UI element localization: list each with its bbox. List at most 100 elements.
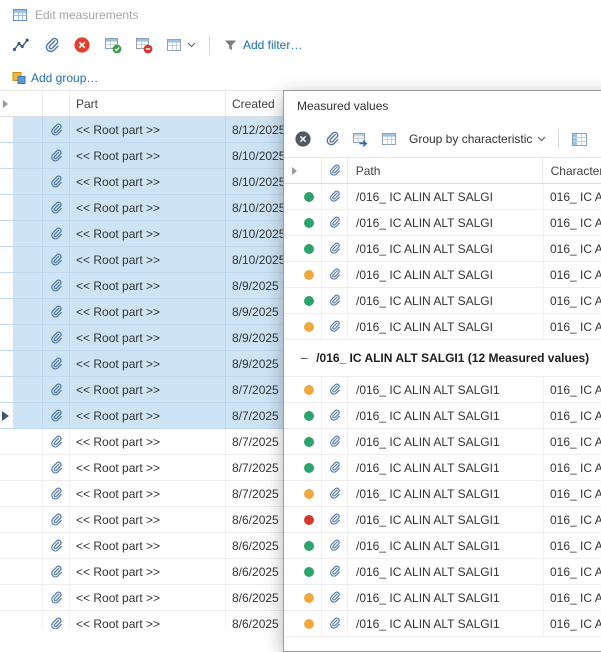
header-state-column[interactable] [13, 91, 43, 116]
window-title: Edit measurements [35, 8, 138, 22]
table-remove-button[interactable] [135, 36, 153, 54]
row-state-cell [13, 299, 43, 324]
status-dot-icon [304, 619, 314, 629]
measured-value-row[interactable]: /016_ IC ALIN ALT SALGI 016_ IC A [284, 314, 601, 340]
row-attachment-cell [43, 559, 70, 584]
paperclip-icon [328, 591, 341, 604]
measured-value-row[interactable]: /016_ IC ALIN ALT SALGI1 016_ IC A [284, 585, 601, 611]
part-cell: << Root part >> [70, 351, 226, 376]
measured-value-row[interactable]: /016_ IC ALIN ALT SALGI1 016_ IC A [284, 455, 601, 481]
add-filter-label: Add filter… [243, 38, 302, 52]
row-attachment-cell [322, 377, 348, 402]
paperclip-icon [49, 305, 63, 319]
header-characteristic[interactable]: Characteristic [543, 158, 601, 183]
paperclip-icon [328, 617, 341, 630]
measured-value-row[interactable]: /016_ IC ALIN ALT SALGI 016_ IC A [284, 288, 601, 314]
measured-value-row[interactable]: /016_ IC ALIN ALT SALGI 016_ IC A [284, 210, 601, 236]
paperclip-icon [49, 357, 63, 371]
header-status-column[interactable] [296, 158, 322, 183]
row-gutter [0, 143, 13, 168]
window-titlebar: Edit measurements [0, 0, 601, 26]
status-cell [296, 429, 322, 454]
row-attachment-cell [322, 429, 348, 454]
measured-value-row[interactable]: /016_ IC ALIN ALT SALGI1 016_ IC A [284, 403, 601, 429]
row-gutter [284, 429, 296, 454]
popup-titlebar[interactable]: Measured values [284, 91, 601, 121]
path-cell: /016_ IC ALIN ALT SALGI [348, 262, 544, 287]
measured-value-row[interactable]: /016_ IC ALIN ALT SALGI 016_ IC A [284, 262, 601, 288]
path-cell: /016_ IC ALIN ALT SALGI1 [348, 455, 544, 480]
row-attachment-cell [43, 299, 70, 324]
row-gutter [0, 273, 13, 298]
row-gutter [0, 247, 13, 272]
measured-value-row[interactable]: /016_ IC ALIN ALT SALGI1 016_ IC A [284, 429, 601, 455]
measured-value-row[interactable]: /016_ IC ALIN ALT SALGI1 016_ IC A [284, 611, 601, 637]
path-cell: /016_ IC ALIN ALT SALGI [348, 314, 544, 339]
characteristic-cell: 016_ IC A [544, 585, 601, 610]
part-cell: << Root part >> [70, 117, 226, 142]
group-header-row[interactable]: − /016_ IC ALIN ALT SALGI1 (12 Measured … [284, 340, 601, 377]
row-attachment-cell [43, 325, 70, 350]
measured-value-row[interactable]: /016_ IC ALIN ALT SALGI 016_ IC A [284, 236, 601, 262]
table-accept-button[interactable] [104, 36, 122, 54]
paperclip-icon [328, 320, 341, 333]
row-gutter [284, 507, 296, 532]
group-by-dropdown[interactable]: Group by characteristic [409, 132, 546, 146]
path-cell: /016_ IC ALIN ALT SALGI [348, 288, 544, 313]
row-attachment-cell [322, 455, 348, 480]
header-attachment-column[interactable] [322, 158, 348, 183]
add-filter-button[interactable]: Add filter… [223, 38, 302, 53]
attachments-button[interactable] [43, 37, 60, 54]
row-state-cell [13, 195, 43, 220]
measured-value-row[interactable]: /016_ IC ALIN ALT SALGI 016_ IC A [284, 184, 601, 210]
characteristic-cell: 016_ IC A [544, 314, 601, 339]
clear-button[interactable] [294, 130, 312, 148]
paperclip-icon [328, 294, 341, 307]
paperclip-icon [49, 513, 63, 527]
add-group-button[interactable]: Add group… [12, 71, 98, 85]
goto-value-button[interactable] [352, 131, 369, 148]
header-path[interactable]: Path [348, 158, 543, 183]
header-attachment-column[interactable] [43, 91, 70, 116]
row-attachment-cell [322, 507, 348, 532]
measured-value-row[interactable]: /016_ IC ALIN ALT SALGI1 016_ IC A [284, 559, 601, 585]
row-attachment-cell [322, 262, 348, 287]
row-gutter [0, 325, 13, 350]
part-cell: << Root part >> [70, 221, 226, 246]
paperclip-icon [328, 383, 341, 396]
chart-button[interactable] [12, 36, 30, 54]
filter-icon [223, 38, 238, 53]
row-state-cell [13, 325, 43, 350]
edit-measurements-icon [12, 7, 28, 23]
header-part[interactable]: Part [70, 91, 226, 116]
part-cell: << Root part >> [70, 455, 226, 480]
delete-button[interactable] [73, 36, 91, 54]
row-gutter [0, 117, 13, 142]
row-state-cell [13, 403, 43, 428]
status-dot-icon [304, 593, 314, 603]
table-options-dropdown[interactable] [166, 37, 196, 53]
row-gutter [284, 210, 296, 235]
status-dot-icon [304, 385, 314, 395]
table-remove-icon [135, 36, 153, 54]
part-cell: << Root part >> [70, 169, 226, 194]
popup-attachments-button[interactable] [324, 131, 340, 147]
paperclip-icon [49, 279, 63, 293]
paperclip-icon [49, 591, 63, 605]
row-gutter [0, 221, 13, 246]
status-cell [296, 455, 322, 480]
characteristic-cell: 016_ IC A [544, 210, 601, 235]
current-row-marker-icon [2, 411, 9, 421]
measured-value-row[interactable]: /016_ IC ALIN ALT SALGI1 016_ IC A [284, 481, 601, 507]
measured-value-row[interactable]: /016_ IC ALIN ALT SALGI1 016_ IC A [284, 377, 601, 403]
part-cell: << Root part >> [70, 403, 226, 428]
measured-value-row[interactable]: /016_ IC ALIN ALT SALGI1 016_ IC A [284, 533, 601, 559]
row-state-cell [13, 559, 43, 584]
collapse-group-icon[interactable]: − [300, 351, 308, 365]
table-dropdown-icon [166, 37, 182, 53]
table-columns-button[interactable] [571, 131, 588, 148]
row-attachment-cell [322, 559, 348, 584]
status-dot-icon [304, 567, 314, 577]
values-table-button[interactable] [381, 131, 397, 147]
measured-value-row[interactable]: /016_ IC ALIN ALT SALGI1 016_ IC A [284, 507, 601, 533]
